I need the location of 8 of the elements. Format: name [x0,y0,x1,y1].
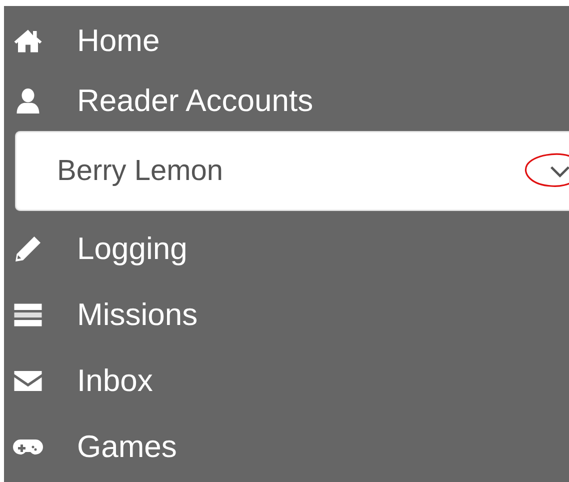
dropdown-value: Berry Lemon [57,154,224,188]
sidebar-item[interactable]: Home [4,11,569,71]
sidebar-item[interactable]: Logging [4,216,569,282]
sidebar-item[interactable]: Reader Accounts [4,71,569,131]
account-dropdown[interactable]: Berry Lemon [15,131,569,211]
sidebar-item[interactable]: Games [4,414,569,480]
sidebar-item[interactable]: Missions [4,282,569,348]
sidebar-item[interactable]: Inbox [4,348,569,414]
